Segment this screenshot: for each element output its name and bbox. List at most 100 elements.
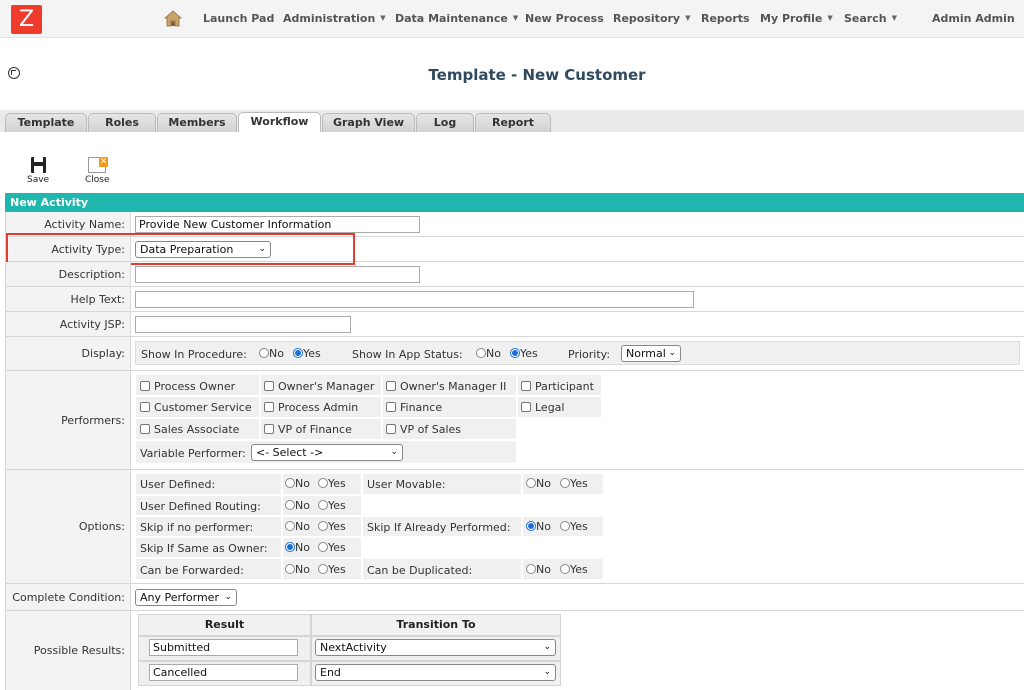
transition-select-submitted[interactable]: NextActivity ⌄ [315,639,556,656]
complete-condition-select[interactable]: Any Performer ⌄ [135,589,237,606]
show-in-procedure-no[interactable]: No [259,347,284,360]
tab-members[interactable]: Members [157,113,237,132]
options-label: Options: [6,470,131,583]
performer-finance[interactable]: Finance [386,401,442,414]
tab-report[interactable]: Report [475,113,551,132]
user-movable-yes[interactable]: Yes [560,477,588,490]
transition-select-cancelled[interactable]: End ⌄ [315,664,556,681]
save-icon [30,157,46,173]
radio-icon [285,500,295,510]
chevron-down-icon: ▼ [380,14,386,22]
result-input-cancelled[interactable]: Cancelled [149,664,298,681]
performer-owners-manager-ii[interactable]: Owner's Manager II [386,380,506,393]
activity-name-input[interactable]: Provide New Customer Information [135,216,420,233]
variable-performer-select[interactable]: <- Select -> ⌄ [251,444,403,461]
help-text-input[interactable] [135,291,694,308]
nav-data-maintenance[interactable]: Data Maintenance ▼ [395,12,518,25]
nav-launch-pad[interactable]: Launch Pad [203,12,274,25]
performer-vp-of-sales[interactable]: VP of Sales [386,423,461,436]
display-label: Display: [6,337,131,370]
skip-if-no-performer-yes[interactable]: Yes [318,520,346,533]
activity-type-select[interactable]: Data Preparation ⌄ [135,241,271,258]
performer-process-owner[interactable]: Process Owner [140,380,235,393]
can-be-forwarded-yes[interactable]: Yes [318,563,346,576]
can-be-duplicated-yes[interactable]: Yes [560,563,588,576]
tab-workflow[interactable]: Workflow [238,112,321,132]
performer-sales-associate[interactable]: Sales Associate [140,423,239,436]
user-defined-routing-yes[interactable]: Yes [318,499,346,512]
user-movable-no[interactable]: No [526,477,551,490]
show-in-app-status-yes[interactable]: Yes [510,347,538,360]
user-defined-no[interactable]: No [285,477,310,490]
show-in-app-status-no[interactable]: No [476,347,501,360]
row-description: Description: [5,262,1024,287]
user-defined-routing-no[interactable]: No [285,499,310,512]
skip-if-same-as-owner-yes[interactable]: Yes [318,541,346,554]
skip-if-already-performed-yes[interactable]: Yes [560,520,588,533]
radio-icon [318,542,328,552]
performer-participant[interactable]: Participant [521,380,594,393]
tab-graph-view[interactable]: Graph View [322,113,415,132]
nav-administration[interactable]: Administration ▼ [283,12,386,25]
radio-icon [285,521,295,531]
radio-icon [285,478,295,488]
checkbox-icon [140,424,150,434]
variable-performer-label: Variable Performer: [140,447,247,460]
can-be-forwarded-no[interactable]: No [285,563,310,576]
skip-if-already-performed-label: Skip If Already Performed: [367,521,511,534]
performer-owners-manager[interactable]: Owner's Manager [264,380,374,393]
radio-selected-icon [285,542,295,552]
nav-search[interactable]: Search ▼ [844,12,897,25]
transition-column-header: Transition To [311,614,561,636]
result-input-submitted[interactable]: Submitted [149,639,298,656]
activity-jsp-label: Activity JSP: [6,312,131,336]
radio-icon [318,521,328,531]
skip-if-same-as-owner-no[interactable]: No [285,541,310,554]
nav-user-admin[interactable]: Admin Admin [932,12,1015,25]
skip-if-same-as-owner-label: Skip If Same as Owner: [140,542,268,555]
checkbox-icon [386,402,396,412]
nav-repository[interactable]: Repository ▼ [613,12,690,25]
nav-reports[interactable]: Reports [701,12,750,25]
checkbox-icon [386,424,396,434]
radio-icon [285,564,295,574]
activity-type-value: Data Preparation [140,243,234,256]
tab-template[interactable]: Template [5,113,87,132]
close-label: Close [85,175,110,185]
can-be-duplicated-no[interactable]: No [526,563,551,576]
show-in-procedure-yes[interactable]: Yes [293,347,321,360]
skip-if-already-performed-no[interactable]: No [526,520,551,533]
save-button[interactable]: Save [27,157,49,185]
row-activity-name: Activity Name: Provide New Customer Info… [5,212,1024,237]
close-button[interactable]: Close [85,157,110,185]
user-defined-label: User Defined: [140,478,216,491]
skip-if-no-performer-label: Skip if no performer: [140,521,254,534]
result-column-header: Result [138,614,311,636]
row-activity-jsp: Activity JSP: [5,312,1024,337]
performer-process-admin[interactable]: Process Admin [264,401,358,414]
radio-icon [560,478,570,488]
app-logo[interactable]: Z [11,5,42,34]
tab-log[interactable]: Log [416,113,474,132]
activity-jsp-input[interactable] [135,316,351,333]
performer-legal[interactable]: Legal [521,401,564,414]
nav-my-profile[interactable]: My Profile ▼ [760,12,833,25]
tab-roles[interactable]: Roles [88,113,156,132]
chevron-down-icon: ⌄ [543,667,551,677]
skip-if-no-performer-no[interactable]: No [285,520,310,533]
performer-customer-service[interactable]: Customer Service [140,401,252,414]
home-icon[interactable] [164,10,182,27]
tab-bar: Template Roles Members Workflow Graph Vi… [0,110,1024,132]
nav-new-process[interactable]: New Process [525,12,604,25]
priority-select[interactable]: Normal ⌄ [621,345,681,362]
checkbox-icon [386,381,396,391]
description-input[interactable] [135,266,420,283]
can-be-forwarded-label: Can be Forwarded: [140,564,244,577]
show-in-procedure-label: Show In Procedure: [141,348,247,361]
chevron-down-icon: ⌄ [543,642,551,652]
chevron-down-icon: ⌄ [258,244,266,254]
performers-label: Performers: [6,371,131,469]
performer-vp-of-finance[interactable]: VP of Finance [264,423,352,436]
user-defined-yes[interactable]: Yes [318,477,346,490]
radio-icon [476,348,486,358]
